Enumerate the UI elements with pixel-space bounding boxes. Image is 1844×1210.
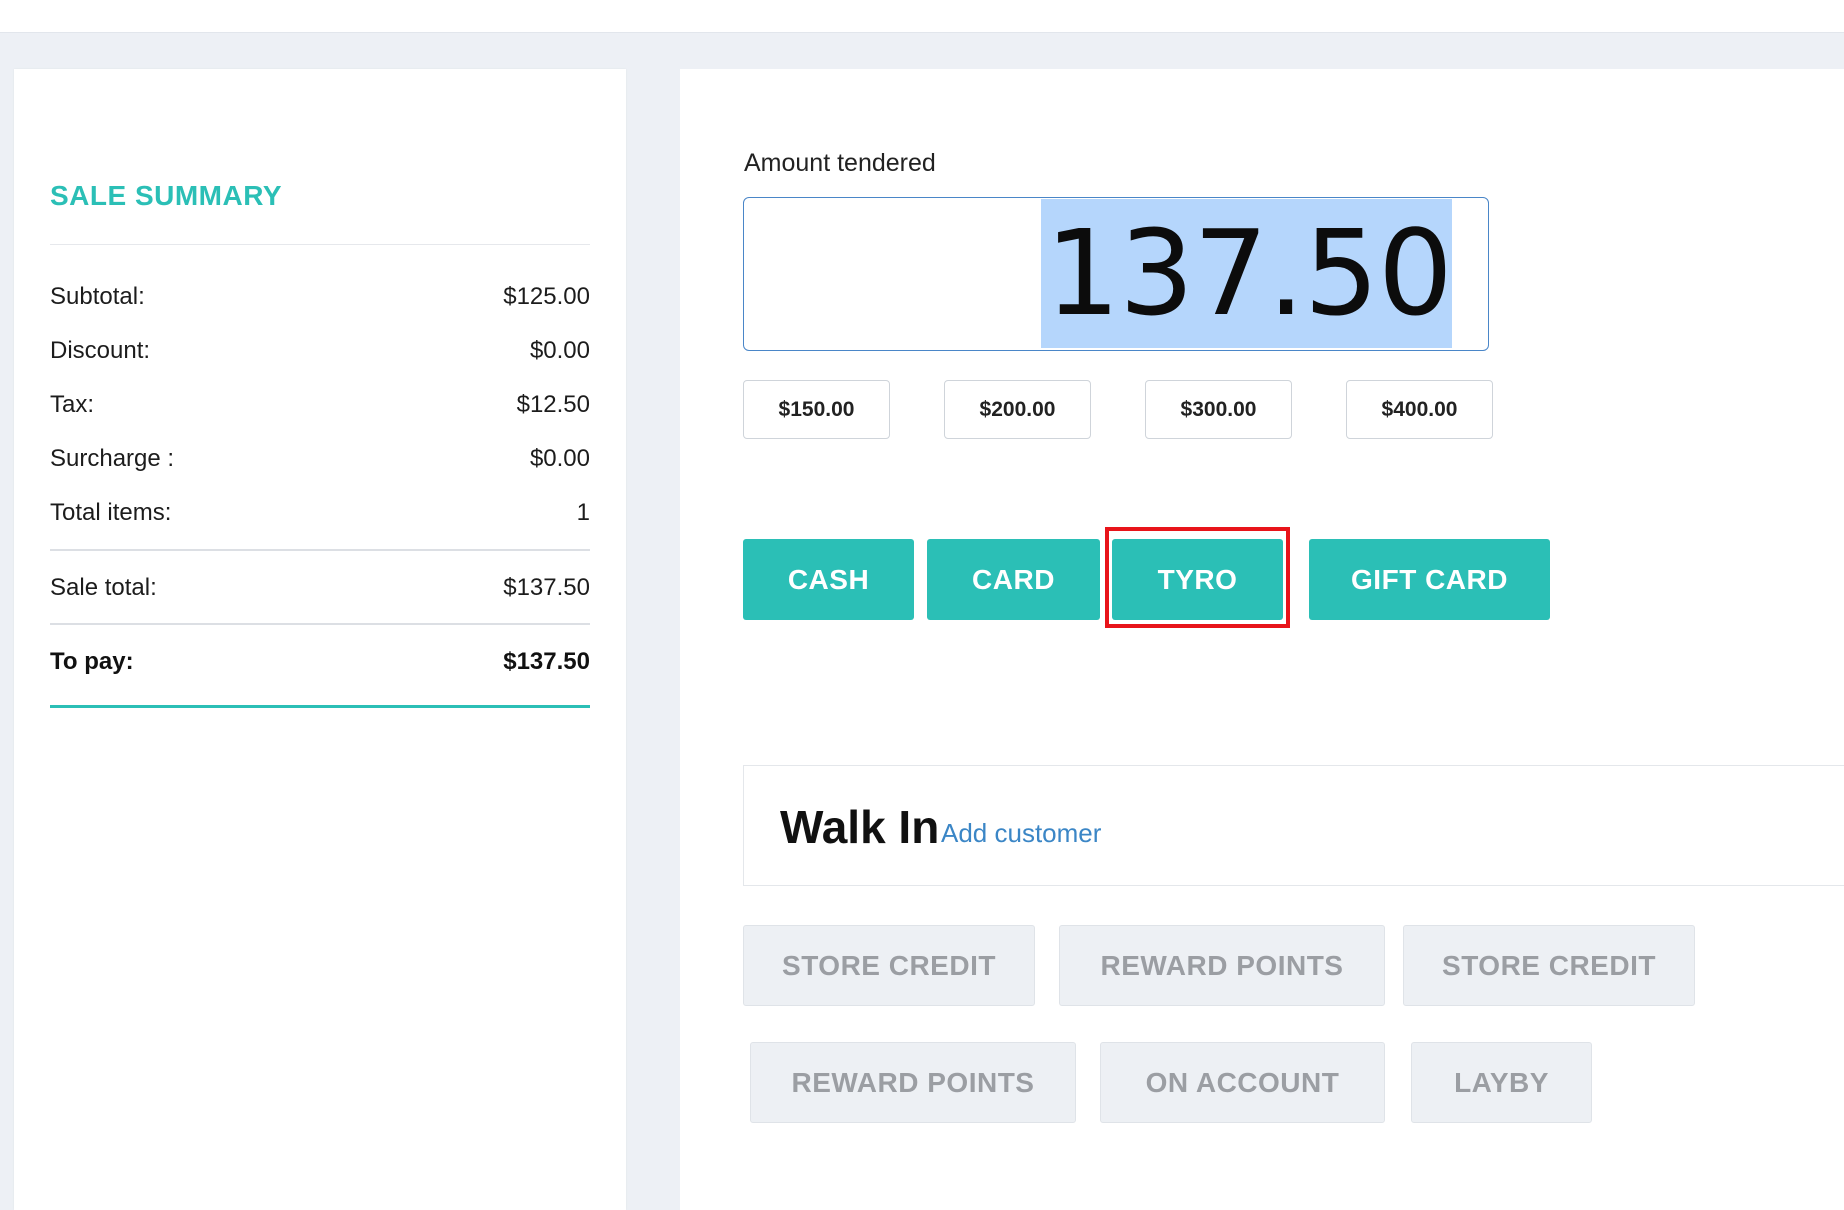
summary-value: $12.50 [516,391,590,418]
summary-label: Discount: [50,337,151,364]
summary-row-tax: Tax: $12.50 [50,388,590,422]
gift-card-button[interactable]: GIFT CARD [1309,539,1550,620]
top-bar [0,0,1844,33]
summary-row-total-items: Total items: 1 [50,496,590,530]
amount-tendered-value: 137.50 [1041,199,1453,348]
add-customer-link[interactable]: Add customer [941,818,1101,849]
sale-summary-title: SALE SUMMARY [50,180,283,211]
sale-summary-panel: SALE SUMMARY Subtotal: $125.00 Discount:… [14,69,626,1210]
summary-row-discount: Discount: $0.00 [50,334,590,368]
customer-panel: Walk In Add customer [743,765,1844,886]
layby-button[interactable]: LAYBY [1411,1042,1592,1123]
summary-value: $137.50 [503,574,590,601]
summary-separator [50,623,590,625]
reward-points-button[interactable]: REWARD POINTS [1059,925,1385,1006]
quick-amount-200-button[interactable]: $200.00 [944,380,1091,439]
summary-row-surcharge: Surcharge : $0.00 [50,442,590,476]
summary-label: Total items: [50,499,172,526]
amount-tendered-input[interactable]: 137.50 [743,197,1489,351]
summary-value: $0.00 [529,445,590,472]
payment-panel: Amount tendered 137.50 $150.00 $200.00 $… [680,69,1844,1210]
quick-amount-400-button[interactable]: $400.00 [1346,380,1493,439]
summary-label: Tax: [50,391,95,418]
reward-points-button[interactable]: REWARD POINTS [750,1042,1076,1123]
summary-separator [50,549,590,551]
summary-value: $125.00 [503,283,590,310]
card-button[interactable]: CARD [927,539,1100,620]
store-credit-button[interactable]: STORE CREDIT [1403,925,1695,1006]
quick-amount-150-button[interactable]: $150.00 [743,380,890,439]
cash-button[interactable]: CASH [743,539,914,620]
amount-tendered-label: Amount tendered [744,149,936,177]
summary-title-divider [50,244,590,245]
quick-amount-300-button[interactable]: $300.00 [1145,380,1292,439]
summary-value: $137.50 [503,648,590,675]
store-credit-button[interactable]: STORE CREDIT [743,925,1035,1006]
summary-row-subtotal: Subtotal: $125.00 [50,280,590,314]
summary-row-sale-total: Sale total: $137.50 [50,571,590,605]
summary-label: Sale total: [50,574,157,601]
summary-label: Surcharge : [50,445,175,472]
summary-accent-line [50,705,590,708]
summary-value: $0.00 [529,337,590,364]
summary-label: To pay: [50,648,134,675]
on-account-button[interactable]: ON ACCOUNT [1100,1042,1385,1123]
summary-row-to-pay: To pay: $137.50 [50,645,590,679]
summary-value: 1 [576,499,590,526]
customer-name: Walk In [780,801,940,853]
tyro-highlight-box [1105,527,1290,628]
summary-label: Subtotal: [50,283,145,310]
